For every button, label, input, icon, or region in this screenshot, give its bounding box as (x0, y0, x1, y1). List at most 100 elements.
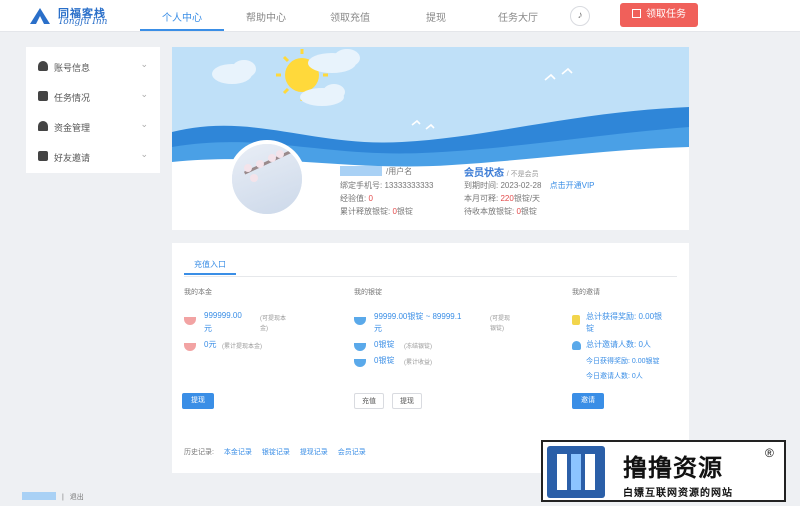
ingot-title: 我的银锭 (354, 289, 382, 296)
sidebar-item-invite[interactable]: 好友邀请 ⌄ (26, 141, 160, 171)
chevron-down-icon: ⌄ (140, 119, 148, 129)
nav-tab-recharge[interactable]: 领取充值 (330, 9, 370, 24)
invite-title: 我的邀请 (572, 289, 600, 296)
nav-tab-profile[interactable]: 个人中心 (162, 9, 202, 24)
active-tab-indicator (140, 29, 224, 31)
sidebar-item-funds[interactable]: 资金管理 ⌄ (26, 111, 160, 141)
claim-task-label: 领取任务 (646, 9, 686, 20)
withdraw-principal-button[interactable]: 提现 (182, 393, 214, 409)
ingot-icon (354, 359, 366, 367)
logout-link[interactable]: 退出 (70, 494, 84, 501)
phone-row: 绑定手机号: 13333333333 (340, 180, 433, 191)
total-invite-value: 总计邀请人数: 0人 (586, 340, 651, 349)
trophy-icon (572, 315, 580, 325)
frozen-ingot-value: 0银锭 (374, 340, 395, 349)
phone-label: 绑定手机号: (340, 181, 383, 190)
member-status-title: 会员状态 (464, 168, 504, 179)
user-icon (572, 341, 581, 350)
watermark-subtitle: 白嫖互联网资源的网站 (623, 488, 733, 499)
frozen-ingot-note: (冻结银锭) (404, 344, 432, 350)
withdraw-ingot-button[interactable]: 提现 (392, 393, 422, 409)
member-status-sub: / 不是会员 (506, 171, 539, 178)
chevron-down-icon: ⌄ (140, 59, 148, 69)
today-reward-value: 今日获得奖励: 0.00银锭 (586, 358, 660, 365)
watermark-badge: 撸撸资源 ® 白嫖互联网资源的网站 (541, 440, 786, 502)
username-suffix: /用户名 (386, 167, 413, 176)
today-invite-value: 今日邀请人数: 0人 (586, 373, 643, 380)
nav-tab-help[interactable]: 帮助中心 (246, 9, 286, 24)
total-ingot-value: 0银锭 (374, 356, 395, 365)
sidebar-item-label: 资金管理 (54, 123, 91, 133)
expire-label: 到期时间: (464, 181, 499, 190)
nav-tab-withdraw[interactable]: 提现 (426, 9, 446, 24)
sidebar-item-tasks[interactable]: 任务情况 ⌄ (26, 81, 160, 111)
mail-icon (38, 151, 48, 161)
ingot-icon (354, 343, 366, 351)
expire-row: 到期时间: 2023-02-28 点击开通VIP (464, 180, 595, 191)
footer-username-redacted (22, 492, 56, 500)
ingot-unit: 元 (374, 324, 382, 333)
watermark-logo (547, 446, 605, 498)
recharge-card: 充值入口 我的本金 999999.00 元 (可提现本 金) 0元 (累计提现本… (172, 243, 689, 473)
monthly-label: 本月可释: (464, 194, 499, 203)
logo-english-name: Tongfu Inn (58, 17, 108, 27)
history-row: 历史记录: 本金记录 银锭记录 提现记录 会员记录 (184, 447, 366, 457)
principal-history-link[interactable]: 本金记录 (224, 449, 252, 456)
money-icon (38, 121, 48, 131)
principal-value: 999999.00 (204, 311, 242, 320)
list-icon (38, 91, 48, 101)
avatar[interactable] (228, 140, 306, 218)
chevron-down-icon: ⌄ (140, 89, 148, 99)
monthly-unit: 银锭/天 (513, 194, 541, 203)
total-reward-value: 总计获得奖励: 0.00银 (586, 312, 663, 321)
member-status-row: 会员状态 / 不是会员 (464, 164, 539, 179)
claim-task-button[interactable]: 领取任务 (620, 3, 698, 27)
open-vip-link[interactable]: 点击开通VIP (550, 181, 595, 190)
username-redacted (340, 166, 382, 176)
footer: | 退出 (22, 492, 84, 502)
wallet-icon (184, 317, 196, 325)
withdrawn-principal-value: 0元 (204, 340, 217, 349)
sidebar-item-account[interactable]: 账号信息 ⌄ (26, 51, 160, 81)
site-logo[interactable]: 同福客栈 Tongfu Inn (28, 4, 118, 28)
invite-button[interactable]: 邀请 (572, 393, 604, 409)
exp-value: 0 (368, 194, 373, 203)
ingot-note: (可提现 (490, 316, 510, 322)
ingot-value: 99999.00银锭 ~ 89999.1 (374, 312, 462, 321)
tab-recharge-entry[interactable]: 充值入口 (184, 255, 236, 275)
top-navbar: 同福客栈 Tongfu Inn 个人中心 帮助中心 领取充值 提现 任务大厅 ♪… (0, 0, 800, 32)
nav-tab-task-hall[interactable]: 任务大厅 (498, 9, 538, 24)
exp-row: 经验值: 0 (340, 193, 373, 204)
withdrawn-principal-note: (累计提现本金) (222, 344, 262, 350)
principal-unit: 元 (204, 324, 212, 333)
user-icon (38, 61, 48, 71)
accum-row: 累计释放银锭: 0银锭 (340, 206, 413, 217)
accum-label: 累计释放银锭: (340, 207, 391, 216)
pending-unit: 银锭 (520, 207, 537, 216)
watermark-title: 撸撸资源 (623, 455, 723, 482)
monthly-value: 220 (500, 194, 514, 203)
total-ingot-note: (累计收益) (404, 360, 432, 366)
pending-row: 待收本放银锭: 0银锭 (464, 206, 537, 217)
ingot-note-b: 银锭) (490, 326, 504, 332)
principal-title: 我的本金 (184, 289, 212, 296)
exp-label: 经验值: (340, 194, 367, 203)
expire-value: 2023-02-28 (500, 181, 542, 190)
monthly-row: 本月可释: 220银锭/天 (464, 193, 540, 204)
bell-icon[interactable]: ♪ (570, 6, 590, 26)
sidebar: 账号信息 ⌄ 任务情况 ⌄ 资金管理 ⌄ 好友邀请 ⌄ (26, 47, 160, 173)
member-history-link[interactable]: 会员记录 (338, 449, 366, 456)
username-row: /用户名 (340, 166, 412, 177)
withdraw-history-link[interactable]: 提现记录 (300, 449, 328, 456)
principal-note: (可提现本 (260, 316, 286, 322)
recharge-button[interactable]: 充值 (354, 393, 384, 409)
ingot-history-link[interactable]: 银锭记录 (262, 449, 290, 456)
accum-unit: 银锭 (396, 207, 413, 216)
logo-mark-icon (30, 8, 50, 24)
total-reward-unit: 锭 (586, 324, 594, 333)
ingot-icon (354, 317, 366, 325)
sidebar-item-label: 任务情况 (54, 93, 91, 103)
sidebar-item-label: 账号信息 (54, 63, 91, 73)
chevron-down-icon: ⌄ (140, 149, 148, 159)
history-label: 历史记录: (184, 449, 214, 456)
